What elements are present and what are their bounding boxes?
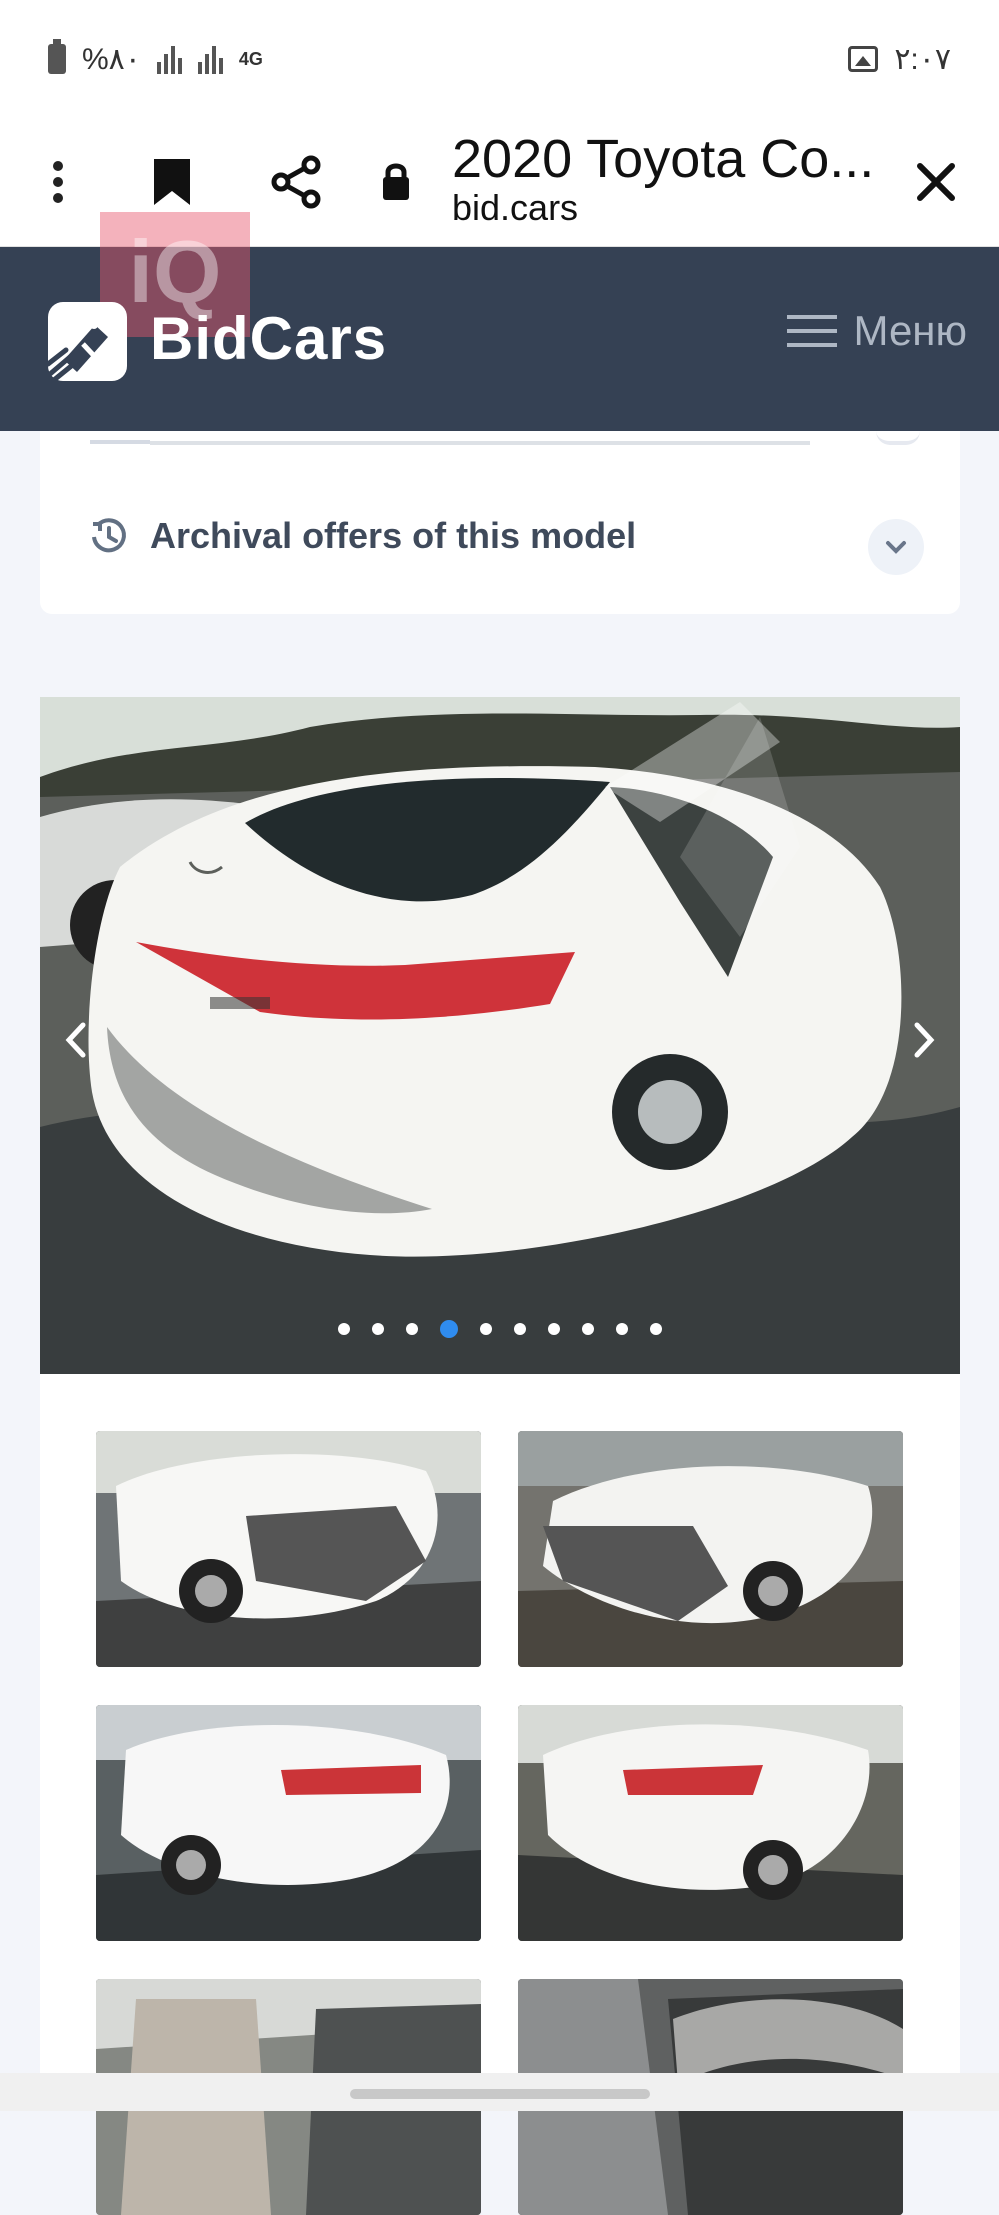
home-gesture-handle[interactable] [350,2089,650,2099]
carousel-dot[interactable] [616,1323,628,1335]
carousel-dot[interactable] [406,1323,418,1335]
carousel-dot[interactable] [480,1323,492,1335]
archive-card: Archival offers of this model [40,431,960,614]
share-icon[interactable] [260,146,332,218]
page-host: bid.cars [452,187,579,228]
status-right: ۲:۰۷ [848,42,951,77]
bookmark-icon[interactable] [136,146,208,218]
history-icon [92,518,126,553]
carousel-pagination[interactable] [40,1317,960,1341]
image-icon [848,46,879,72]
carousel-dot[interactable] [338,1323,350,1335]
chevron-right-icon [914,1022,935,1058]
status-left: %۸۰ 4G [48,39,263,77]
network-type: 4G [238,49,263,69]
thumbnail-front-left-damage[interactable] [96,1431,481,1667]
page-title: 2020 Toyota Co... [452,129,872,189]
signal-icon [197,44,223,74]
carousel-dot[interactable] [372,1323,384,1335]
archival-offers-label: Archival offers of this model [150,515,637,556]
battery-icon [48,39,66,74]
section-fragment [90,431,150,444]
section-fragment [150,431,810,445]
lock-icon[interactable] [360,146,432,218]
hamburger-icon [787,305,838,357]
carousel-dot[interactable] [548,1323,560,1335]
brand-name[interactable]: BidCars [150,304,387,373]
archival-offers-row[interactable]: Archival offers of this model [40,505,960,567]
carousel-dot[interactable] [514,1323,526,1335]
battery-percentage: %۸۰ [82,42,141,76]
carousel-dot[interactable] [440,1320,458,1338]
chevron-left-icon [65,1022,86,1058]
thumbnail-grid [40,1374,960,2215]
thumbnail-rear-right-view[interactable] [518,1705,903,1941]
bidcars-logo-icon[interactable] [45,302,127,383]
section-fragment [876,431,920,445]
previous-image-button[interactable] [48,1012,104,1068]
chevron-down-icon [886,541,906,554]
thumbnail-front-right-damage[interactable] [518,1431,903,1667]
more-vertical-icon[interactable] [22,146,94,218]
carousel-dot[interactable] [650,1323,662,1335]
car-photo-carousel[interactable] [40,697,960,1374]
menu-label: Меню [853,307,967,354]
thumbnail-rear-left-view[interactable] [96,1705,481,1941]
page-title-area[interactable]: 2020 Toyota Co... bid.cars [452,126,872,226]
close-icon[interactable] [900,146,972,218]
next-image-button[interactable] [896,1012,952,1068]
clock: ۲:۰۷ [894,42,951,76]
system-status-bar: %۸۰ 4G ۲:۰۷ [0,0,999,118]
signal-icon [156,44,182,74]
car-rear-photo [40,697,960,1374]
carousel-dot[interactable] [582,1323,594,1335]
expand-archival-offers-button[interactable] [868,519,924,575]
menu-button[interactable]: Меню [787,305,967,357]
